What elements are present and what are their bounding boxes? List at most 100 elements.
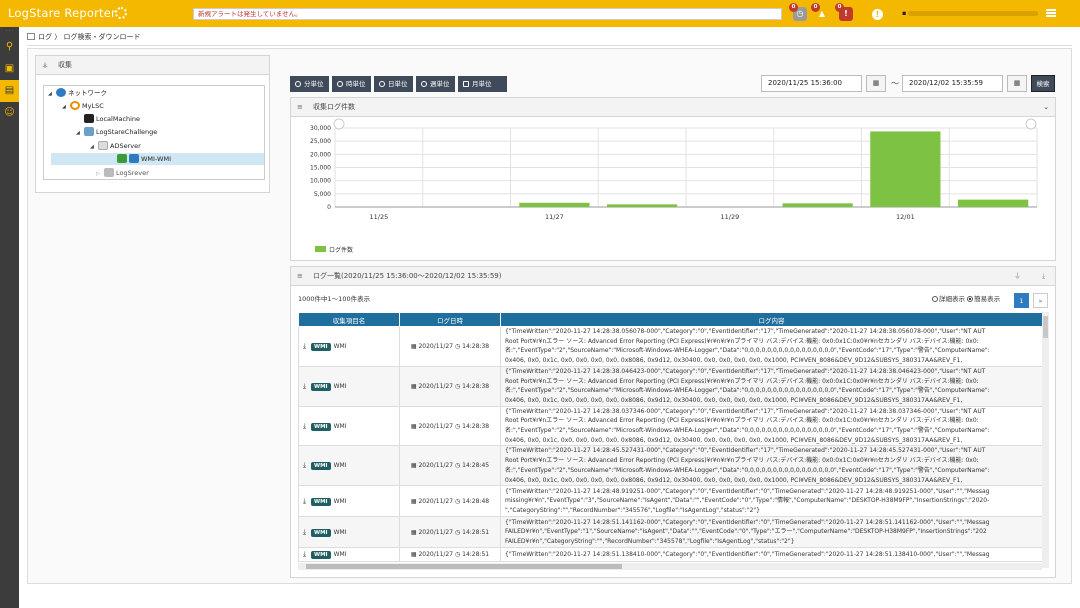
breadcrumb-root[interactable]: ログ (38, 33, 52, 41)
column-header-datetime[interactable]: ログ日時 (399, 312, 501, 327)
tree-node-network[interactable]: ◢ ネットワーク (48, 87, 107, 99)
download-row-icon[interactable]: ⤓ (303, 550, 309, 559)
search-icon[interactable]: ⚲ (0, 36, 19, 58)
checkbox-checked-icon[interactable] (117, 154, 127, 163)
clock-icon: ◷ (453, 382, 463, 390)
download-row-icon[interactable]: ⤓ (303, 528, 309, 537)
table-row[interactable]: ⤓ WMI WMI ▦ 2020/11/27 ◷ 14:28:38 {"TimeWrit… (298, 365, 1043, 407)
collapse-toggle-icon[interactable]: ◢ (48, 88, 56, 100)
cell-datetime: ▦ 2020/11/27 ◷ 14:28:51 (399, 516, 501, 549)
unit-minute-button[interactable]: 分単位 (290, 76, 329, 92)
table-row[interactable]: ⤓ WMI WMI ▦ 2020/11/27 ◷ 14:28:45 {"TimeWrit… (298, 445, 1043, 487)
table-row[interactable]: ⤓ WMI WMI ▦ 2020/11/27 ◷ 14:28:38 {"TimeWrit… (298, 405, 1043, 447)
date-to-input[interactable]: 2020/12/02 15:35:59 (902, 75, 1003, 92)
column-header-item[interactable]: 収集項目名 (298, 312, 400, 327)
collapse-toggle-icon[interactable]: ◢ (76, 127, 84, 139)
alert-message: 新規アラートは発生していません。 (193, 8, 782, 20)
unit-day-button[interactable]: 日単位 (374, 76, 413, 92)
calendar-to-icon[interactable]: ▦ (1007, 75, 1027, 92)
breadcrumb: ログ 〉 ログ検索・ダウンロード (27, 32, 140, 42)
log-table: 収集項目名 ログ日時 ログ内容 ⤓ WMI WMI ▦ 2020/11/27 ◷ 14… (298, 312, 1043, 563)
users-icon[interactable]: ☺ (0, 102, 19, 124)
table-row[interactable]: ⤓ WMI WMI ▦ 2020/11/27 ◷ 14:28:51 {"TimeWrit… (298, 516, 1043, 549)
column-header-content[interactable]: ログ内容 (500, 312, 1043, 327)
unit-label: 分単位 (304, 80, 324, 88)
next-page-button[interactable]: » (1033, 293, 1048, 308)
download-row-icon[interactable]: ⤓ (303, 422, 309, 431)
simple-view-radio[interactable] (967, 296, 974, 302)
clock-alert-icon[interactable]: ◷ 0 (789, 3, 807, 21)
download-row-icon[interactable]: ⤓ (303, 461, 309, 470)
x-tick-label: 11/25 (370, 213, 389, 221)
tree-node-label: LogStareChallenge (96, 128, 158, 136)
log-search-nav-icon[interactable]: ▤ (0, 80, 19, 102)
collapse-toggle-icon[interactable]: ◢ (62, 101, 70, 113)
download-row-icon[interactable]: ⤓ (303, 382, 309, 391)
app-title[interactable]: LogStare Reporter (8, 6, 116, 20)
calendar-from-icon[interactable]: ▦ (866, 75, 886, 92)
download-row-icon[interactable]: ⤓ (303, 497, 309, 506)
user-menu[interactable]: ▪ (902, 9, 1042, 19)
y-tick-label: 5,000 (314, 191, 331, 198)
tree-node-logsrever[interactable]: ▷ LogSrever (96, 167, 149, 179)
y-tick-label: 15,000 (310, 165, 331, 172)
y-tick-label: 30,000 (310, 125, 331, 132)
page-1-button[interactable]: 1 (1014, 293, 1029, 308)
date-from-input[interactable]: 2020/11/25 15:36:00 (761, 75, 862, 92)
range-handle-left-icon (333, 118, 345, 130)
log-time: 14:28:45 (462, 462, 490, 470)
loading-spinner-icon (115, 7, 127, 19)
y-tick-label: 0 (327, 204, 331, 211)
group-icon (84, 127, 94, 136)
type-badge: WMI (311, 342, 331, 351)
collapse-toggle-icon[interactable]: ◢ (90, 141, 98, 153)
error-alert-icon[interactable]: ! 0 (835, 3, 853, 21)
log-time: 14:28:38 (462, 382, 490, 390)
expand-toggle-icon[interactable]: ▷ (96, 168, 104, 180)
legend-swatch (315, 246, 326, 252)
item-name: WMI (333, 551, 347, 559)
tree-node-logstarechallenge[interactable]: ◢ LogStareChallenge (76, 126, 157, 138)
table-row[interactable]: ⤓ WMI WMI ▦ 2020/11/27 ◷ 14:28:48 {"TimeWrit… (298, 485, 1043, 518)
main-content: ログ 〉 ログ検索・ダウンロード ⚶ 収集 ◢ ネットワーク ◢ MyLSC Loca… (19, 27, 1080, 608)
unit-month-button[interactable]: 月単位 (458, 76, 507, 92)
collection-panel-header: ⚶ 収集 (36, 56, 269, 75)
unit-week-button[interactable]: 週単位 (416, 76, 455, 92)
divider (27, 45, 1072, 46)
info-icon[interactable]: ! (872, 9, 883, 20)
download-icon[interactable]: ⤓ (1042, 267, 1045, 285)
cell-log-content: {"TimeWritten":"2020-11-27 14:28:51.1411… (500, 516, 1043, 549)
log-time: 14:28:38 (462, 422, 490, 430)
table-row[interactable]: ⤓ WMI WMI ▦ 2020/11/27 ◷ 14:28:51 {"TimeWrit… (298, 547, 1043, 563)
tree-node-mylsc[interactable]: ◢ MyLSC (62, 100, 104, 112)
cell-log-content: {"TimeWritten":"2020-11-27 14:28:48.9192… (500, 485, 1043, 518)
warning-alert-icon[interactable]: ▲ 0 (811, 3, 829, 21)
unit-hour-button[interactable]: 時単位 (332, 76, 371, 92)
log-count-bar-chart: 0 5,000 10,000 15,000 20,000 25,000 30,000 11/2… (310, 118, 1038, 221)
cell-log-content: {"TimeWritten":"2020-11-27 14:28:45.5274… (500, 445, 1043, 487)
tree-node-adserver[interactable]: ◢ ADServer (90, 140, 141, 152)
range-handle-right-icon (1025, 118, 1037, 130)
chevron-down-icon[interactable]: ⌄ (1043, 98, 1049, 116)
image-report-icon[interactable]: ▣ (0, 58, 19, 80)
search-button[interactable]: 検索 (1031, 75, 1055, 92)
circle-icon (379, 81, 385, 87)
detail-view-radio[interactable] (932, 296, 938, 302)
table-horizontal-scrollbar[interactable] (298, 563, 1042, 570)
download-row-icon[interactable]: ⤓ (303, 342, 309, 351)
table-row[interactable]: ⤓ WMI WMI ▦ 2020/11/27 ◷ 14:28:38 {"TimeWrit… (298, 326, 1043, 367)
type-badge: WMI (311, 422, 331, 431)
table-vertical-scrollbar[interactable] (1042, 312, 1049, 568)
log-date: 2020/11/27 (418, 382, 454, 390)
type-badge: WMI (311, 551, 331, 560)
hamburger-menu-icon[interactable] (1046, 9, 1056, 17)
tree-node-wmi[interactable]: WMI-WMI (51, 153, 264, 165)
monitor-icon (129, 154, 139, 163)
collection-panel-title: 収集 (58, 61, 72, 69)
error-count-badge: 0 (835, 3, 844, 12)
filter-icon[interactable]: ⏚ (1014, 267, 1021, 285)
list-icon: ≡ (297, 103, 303, 111)
cell-log-content: {"TimeWritten":"2020-11-27 14:28:51.1384… (500, 547, 1043, 563)
tree-node-localmachine[interactable]: LocalMachine (84, 113, 140, 125)
nav-collapse-handle[interactable]: · · · (0, 27, 19, 36)
